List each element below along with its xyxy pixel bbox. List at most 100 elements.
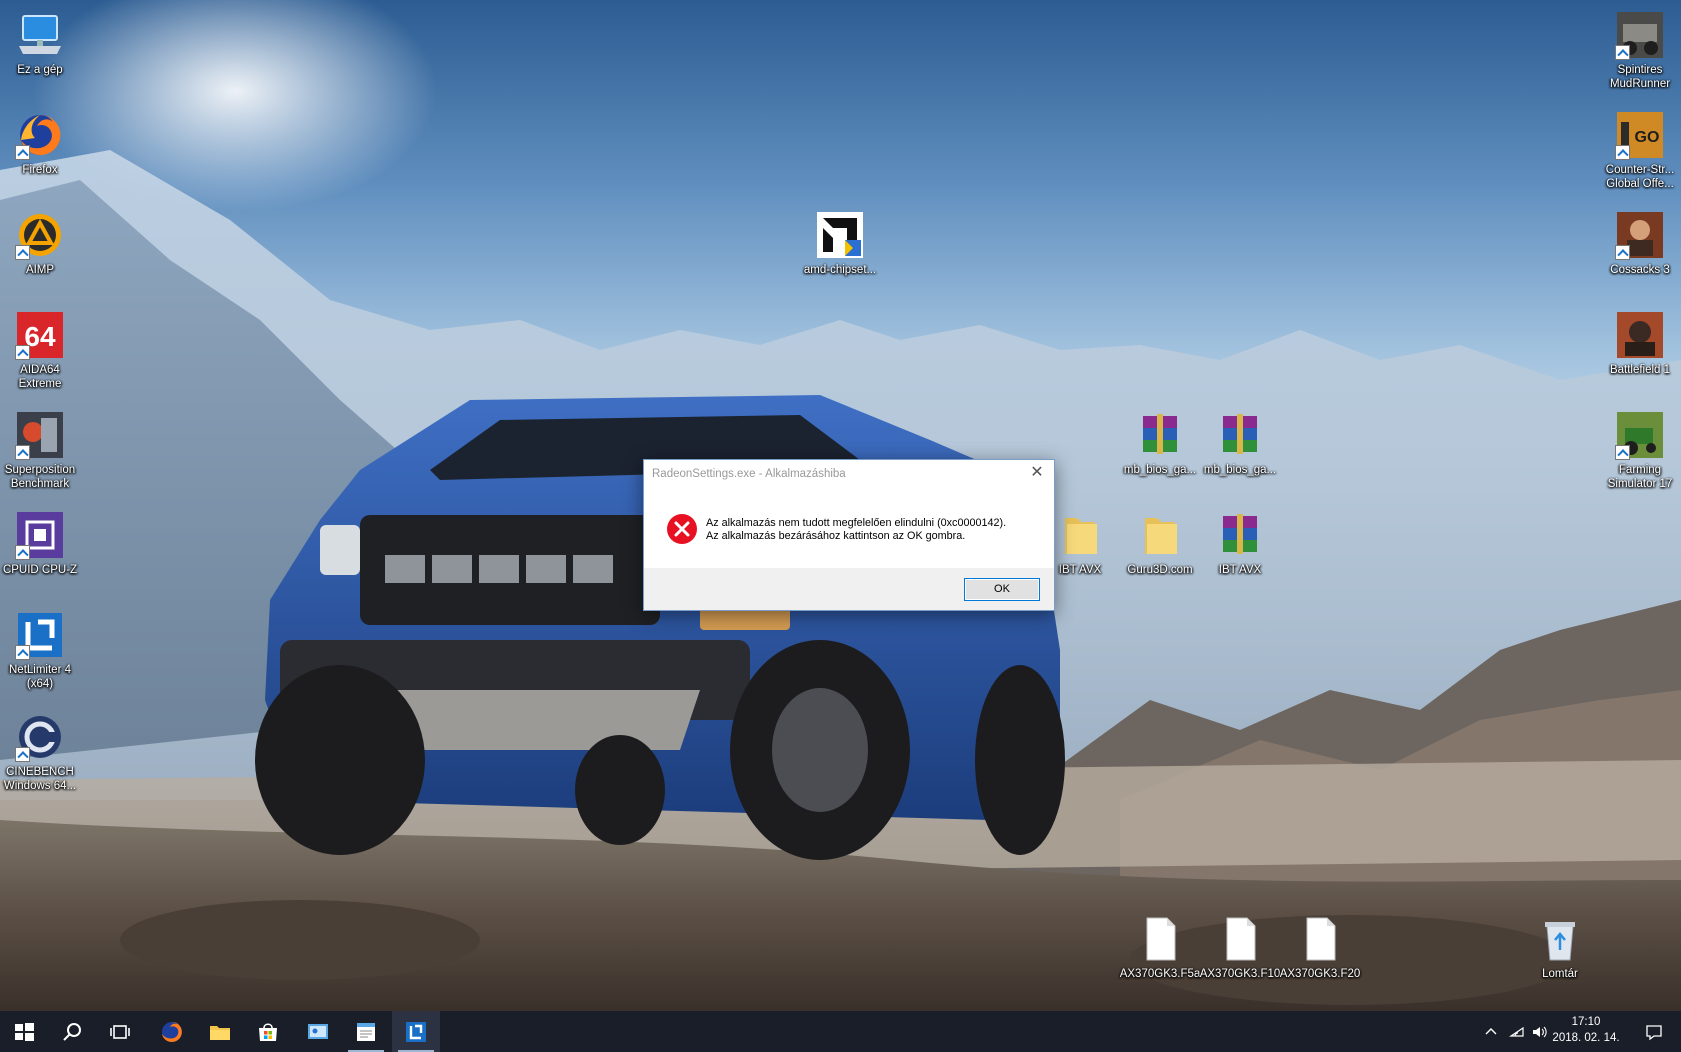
taskbar-firefox[interactable]: [148, 1011, 196, 1052]
desktop-icon-aimp[interactable]: AIMP: [0, 210, 82, 277]
start-button[interactable]: [0, 1011, 48, 1052]
desktop-icon-label: Ez a gép: [17, 64, 63, 76]
file-icon: [1215, 914, 1265, 964]
netlimiter-icon: [406, 1021, 426, 1042]
aimp-icon: [15, 210, 65, 260]
notification-icon: [1646, 1024, 1662, 1040]
winrar-archive-icon: [1215, 410, 1265, 460]
winrar-archive-icon: [1215, 510, 1265, 560]
desktop-icon-guru3d-folder[interactable]: Guru3D.com: [1118, 510, 1202, 577]
desktop-icon-label: Battlefield 1: [1609, 364, 1671, 376]
taskbar-netlimiter[interactable]: [392, 1011, 440, 1052]
firefox-icon: [15, 110, 65, 160]
shortcut-arrow-icon: [15, 145, 30, 160]
desktop-icon-label: Guru3D.com: [1127, 564, 1193, 576]
clock[interactable]: 17:10 2018. 02. 14.: [1548, 1014, 1624, 1046]
desktop-icon-cinebench[interactable]: CINEBENCH Windows 64...: [0, 712, 82, 793]
desktop-icon-label: Firefox: [22, 164, 58, 176]
dialog-title: RadeonSettings.exe - Alkalmazáshiba: [652, 468, 846, 480]
desktop-icon-label: Farming Simulator 17: [1607, 464, 1673, 490]
desktop-icon-ax-f20[interactable]: AX370GK3.F20: [1278, 914, 1362, 981]
shortcut-arrow-icon: [1615, 245, 1630, 260]
taskbar-file-explorer[interactable]: [196, 1011, 244, 1052]
search-button[interactable]: [48, 1011, 96, 1052]
desktop-icon-label: Cossacks 3: [1610, 264, 1670, 276]
desktop-icon-battlefield[interactable]: Battlefield 1: [1598, 310, 1681, 377]
desktop-icon-csgo[interactable]: GO Counter-Str... Global Offe...: [1598, 110, 1681, 191]
desktop-icon-label: CINEBENCH Windows 64...: [3, 766, 77, 792]
network-button[interactable]: [1506, 1011, 1528, 1052]
taskbar-control-panel[interactable]: [294, 1011, 342, 1052]
superposition-icon: [15, 410, 65, 460]
desktop-icon-label: Counter-Str... Global Offe...: [1605, 164, 1675, 190]
desktop-icon-ax-f10[interactable]: AX370GK3.F10: [1198, 914, 1282, 981]
dialog-message: Az alkalmazás nem tudott megfelelően eli…: [706, 517, 1006, 543]
firefox-icon: [162, 1021, 182, 1042]
desktop-icon-cossacks[interactable]: Cossacks 3: [1598, 210, 1681, 277]
desktop-icon-label: IBT AVX: [1218, 564, 1262, 576]
start-icon: [15, 1022, 34, 1041]
action-center-button[interactable]: [1634, 1011, 1674, 1052]
cpuz-icon: [15, 510, 65, 560]
shortcut-arrow-icon: [15, 545, 30, 560]
taskbar-notepad[interactable]: [342, 1011, 390, 1052]
folder-icon: [1135, 510, 1185, 560]
desktop[interactable]: Ez a gép Firefox AIMP 64 AIDA64 Extreme …: [0, 0, 1681, 1011]
control-panel-icon: [308, 1023, 328, 1039]
dialog-message-line-1: Az alkalmazás nem tudott megfelelően eli…: [706, 517, 1007, 529]
computer-icon: [15, 10, 65, 60]
search-icon: [63, 1022, 81, 1041]
desktop-icon-aida64[interactable]: 64 AIDA64 Extreme: [0, 310, 82, 391]
file-explorer-icon: [210, 1025, 230, 1040]
desktop-icon-ax-f5a[interactable]: AX370GK3.F5a: [1118, 914, 1202, 981]
desktop-icon-firefox[interactable]: Firefox: [0, 110, 82, 177]
desktop-icon-recycle-bin[interactable]: Lomtár: [1518, 914, 1602, 981]
desktop-icon-spintires[interactable]: Spintires MudRunner: [1598, 10, 1681, 91]
desktop-icon-superposition[interactable]: Superposition Benchmark: [0, 410, 82, 491]
taskbar-store[interactable]: [244, 1011, 292, 1052]
clock-date: 2018. 02. 14.: [1552, 1032, 1620, 1044]
desktop-icon-label: AIDA64 Extreme: [18, 364, 62, 390]
desktop-icon-label: Superposition Benchmark: [4, 464, 76, 490]
task-view-button[interactable]: [96, 1011, 144, 1052]
desktop-icon-label: mb_bios_ga...: [1123, 464, 1197, 476]
farming-simulator-icon: [1615, 410, 1665, 460]
wifi-icon: [1509, 1026, 1524, 1037]
dialog-message-line-2: Az alkalmazás bezárásához kattintson az …: [706, 530, 966, 542]
csgo-icon: GO: [1615, 110, 1665, 160]
desktop-icon-amd-chipset[interactable]: amd-chipset...: [798, 210, 882, 277]
desktop-icon-mb-bios-2[interactable]: mb_bios_ga...: [1198, 410, 1282, 477]
battlefield-icon: [1615, 310, 1665, 360]
desktop-icon-farming[interactable]: Farming Simulator 17: [1598, 410, 1681, 491]
ok-button[interactable]: OK: [964, 578, 1040, 601]
desktop-icon-label: mb_bios_ga...: [1203, 464, 1277, 476]
desktop-icon-ibt-archive[interactable]: IBT AVX: [1198, 510, 1282, 577]
show-hidden-icons-button[interactable]: [1478, 1011, 1504, 1052]
winrar-archive-icon: [1135, 410, 1185, 460]
volume-button[interactable]: [1528, 1011, 1550, 1052]
shortcut-arrow-icon: [1615, 145, 1630, 160]
chevron-up-icon: [1485, 1027, 1497, 1034]
spintires-icon: [1615, 10, 1665, 60]
shortcut-arrow-icon: [1615, 45, 1630, 60]
error-dialog[interactable]: RadeonSettings.exe - Alkalmazáshiba ✕ Az…: [643, 459, 1055, 611]
close-button[interactable]: ✕: [1028, 464, 1046, 482]
desktop-icon-label: Spintires MudRunner: [1609, 64, 1671, 90]
shortcut-arrow-icon: [15, 245, 30, 260]
recycle-bin-icon: [1535, 914, 1585, 964]
file-icon: [1295, 914, 1345, 964]
desktop-icon-this-pc[interactable]: Ez a gép: [0, 10, 82, 77]
amd-chipset-icon: [815, 210, 865, 260]
desktop-icon-label: amd-chipset...: [803, 264, 877, 276]
task-view-icon: [110, 1024, 130, 1039]
desktop-icon-label: AX370GK3.F10: [1199, 968, 1281, 980]
desktop-icon-label: AX370GK3.F5a: [1119, 968, 1201, 980]
desktop-icon-mb-bios-1[interactable]: mb_bios_ga...: [1118, 410, 1202, 477]
desktop-icon-cpuz[interactable]: CPUID CPU-Z: [0, 510, 82, 577]
cinebench-icon: [15, 712, 65, 762]
shortcut-arrow-icon: [15, 445, 30, 460]
notepad-icon: [357, 1022, 375, 1041]
desktop-icon-netlimiter[interactable]: NetLimiter 4 (x64): [0, 610, 82, 691]
folder-icon: [1055, 510, 1105, 560]
dialog-footer: OK: [644, 568, 1054, 610]
